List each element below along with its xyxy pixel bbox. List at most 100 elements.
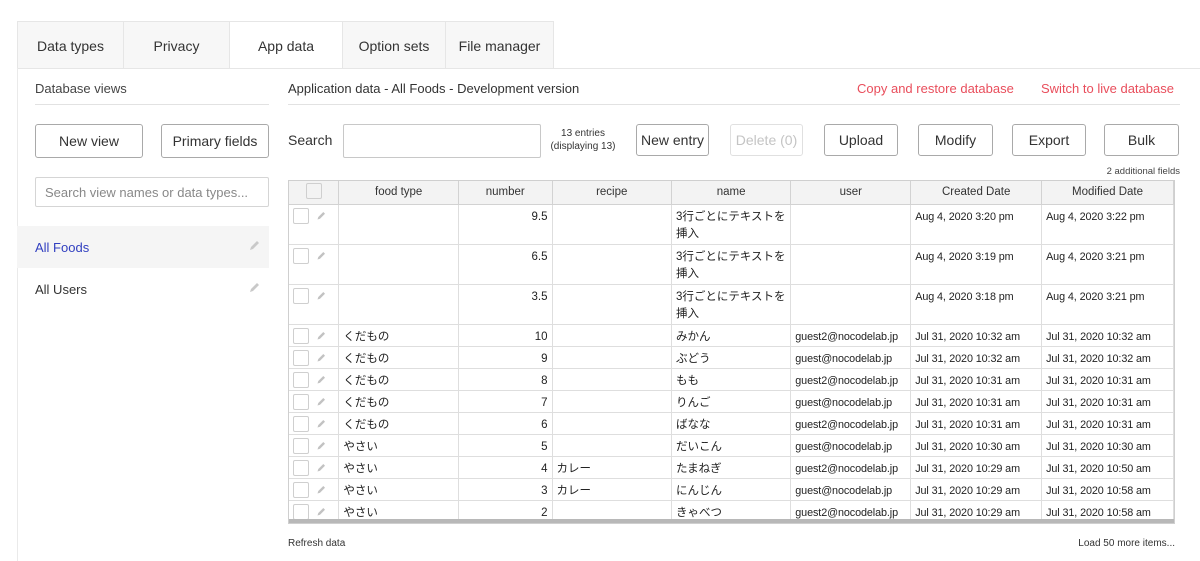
column-header-created-date[interactable]: Created Date xyxy=(910,181,1043,205)
cell-user[interactable]: guest@nocodelab.jp xyxy=(790,390,912,413)
cell-food-type[interactable]: やさい xyxy=(338,434,459,457)
cell-recipe[interactable] xyxy=(552,412,672,435)
cell-created-date[interactable]: Jul 31, 2020 10:31 am xyxy=(910,412,1043,435)
pencil-icon[interactable] xyxy=(316,506,327,517)
cell-food-type[interactable]: くだもの xyxy=(338,346,459,369)
pencil-icon[interactable] xyxy=(316,440,327,451)
cell-food-type[interactable] xyxy=(338,284,459,325)
pencil-icon[interactable] xyxy=(248,239,261,252)
cell-user[interactable]: guest2@nocodelab.jp xyxy=(790,368,912,391)
cell-user[interactable]: guest@nocodelab.jp xyxy=(790,434,912,457)
cell-modified-date[interactable]: Jul 31, 2020 10:32 am xyxy=(1041,324,1174,347)
cell-number[interactable]: 3.5 xyxy=(458,284,553,325)
cell-modified-date[interactable]: Jul 31, 2020 10:31 am xyxy=(1041,390,1174,413)
view-item-all-users[interactable]: All Users xyxy=(17,268,269,310)
tab-file-manager[interactable]: File manager xyxy=(446,21,554,69)
cell-number[interactable]: 8 xyxy=(458,368,553,391)
pencil-icon[interactable] xyxy=(316,210,327,221)
new-view-button[interactable]: New view xyxy=(35,124,143,158)
cell-created-date[interactable]: Jul 31, 2020 10:29 am xyxy=(910,456,1043,479)
column-header-recipe[interactable]: recipe xyxy=(552,181,672,205)
pencil-icon[interactable] xyxy=(316,352,327,363)
row-checkbox[interactable] xyxy=(293,459,309,476)
row-checkbox[interactable] xyxy=(293,503,309,520)
row-checkbox[interactable] xyxy=(293,287,309,304)
additional-fields-note[interactable]: 2 additional fields xyxy=(1107,166,1180,177)
cell-user[interactable]: guest2@nocodelab.jp xyxy=(790,412,912,435)
cell-name[interactable]: だいこん xyxy=(671,434,792,457)
row-checkbox[interactable] xyxy=(293,349,309,366)
cell-food-type[interactable]: くだもの xyxy=(338,412,459,435)
upload-button[interactable]: Upload xyxy=(824,124,898,156)
new-entry-button[interactable]: New entry xyxy=(636,124,709,156)
tab-privacy[interactable]: Privacy xyxy=(124,21,230,69)
cell-created-date[interactable]: Aug 4, 2020 3:20 pm xyxy=(910,204,1043,245)
row-checkbox[interactable] xyxy=(293,327,309,344)
cell-food-type[interactable] xyxy=(338,244,459,285)
modify-button[interactable]: Modify xyxy=(918,124,993,156)
pencil-icon[interactable] xyxy=(316,484,327,495)
cell-food-type[interactable] xyxy=(338,204,459,245)
pencil-icon[interactable] xyxy=(316,418,327,429)
cell-created-date[interactable]: Jul 31, 2020 10:29 am xyxy=(910,478,1043,501)
cell-created-date[interactable]: Aug 4, 2020 3:19 pm xyxy=(910,244,1043,285)
table-row[interactable]: くだもの 10 みかん guest2@nocodelab.jp Jul 31, 2020… xyxy=(289,324,1174,347)
cell-number[interactable]: 9 xyxy=(458,346,553,369)
cell-created-date[interactable]: Jul 31, 2020 10:31 am xyxy=(910,368,1043,391)
cell-modified-date[interactable]: Jul 31, 2020 10:32 am xyxy=(1041,346,1174,369)
cell-recipe[interactable] xyxy=(552,204,672,245)
table-row[interactable]: 9.5 3行ごとにテキストを挿入 Aug 4, 2020 3:20 pm Aug 4,… xyxy=(289,204,1174,245)
column-header-name[interactable]: name xyxy=(671,181,792,205)
column-header-modified-date[interactable]: Modified Date xyxy=(1041,181,1174,205)
cell-name[interactable]: にんじん xyxy=(671,478,792,501)
pencil-icon[interactable] xyxy=(316,462,327,473)
cell-number[interactable]: 5 xyxy=(458,434,553,457)
cell-modified-date[interactable]: Jul 31, 2020 10:58 am xyxy=(1041,478,1174,501)
pencil-icon[interactable] xyxy=(316,290,327,301)
cell-user[interactable] xyxy=(790,284,912,325)
cell-user[interactable] xyxy=(790,204,912,245)
data-search-input[interactable] xyxy=(343,124,541,158)
bulk-button[interactable]: Bulk xyxy=(1104,124,1179,156)
row-checkbox[interactable] xyxy=(293,207,309,224)
cell-created-date[interactable]: Aug 4, 2020 3:18 pm xyxy=(910,284,1043,325)
cell-recipe[interactable]: カレー xyxy=(552,478,672,501)
cell-number[interactable]: 6 xyxy=(458,412,553,435)
refresh-data-link[interactable]: Refresh data xyxy=(288,538,345,549)
row-checkbox[interactable] xyxy=(293,415,309,432)
row-checkbox[interactable] xyxy=(293,393,309,410)
cell-food-type[interactable]: くだもの xyxy=(338,390,459,413)
cell-name[interactable]: 3行ごとにテキストを挿入 xyxy=(671,284,792,325)
view-search-input[interactable] xyxy=(35,177,269,207)
table-row[interactable]: やさい 5 だいこん guest@nocodelab.jp Jul 31, 2020 1… xyxy=(289,434,1174,457)
select-all-cell[interactable] xyxy=(289,181,340,205)
cell-created-date[interactable]: Jul 31, 2020 10:32 am xyxy=(910,324,1043,347)
cell-name[interactable]: ばなな xyxy=(671,412,792,435)
cell-user[interactable]: guest@nocodelab.jp xyxy=(790,346,912,369)
cell-recipe[interactable] xyxy=(552,244,672,285)
table-row[interactable]: やさい 3 カレー にんじん guest@nocodelab.jp Jul 31, 202… xyxy=(289,478,1174,501)
cell-food-type[interactable]: くだもの xyxy=(338,324,459,347)
pencil-icon[interactable] xyxy=(316,330,327,341)
column-header-number[interactable]: number xyxy=(458,181,553,205)
cell-number[interactable]: 4 xyxy=(458,456,553,479)
table-row[interactable]: くだもの 9 ぶどう guest@nocodelab.jp Jul 31, 2020 1… xyxy=(289,346,1174,369)
cell-modified-date[interactable]: Aug 4, 2020 3:21 pm xyxy=(1041,244,1174,285)
cell-modified-date[interactable]: Jul 31, 2020 10:31 am xyxy=(1041,412,1174,435)
horizontal-scrollbar[interactable] xyxy=(289,519,1174,523)
cell-number[interactable]: 10 xyxy=(458,324,553,347)
cell-number[interactable]: 7 xyxy=(458,390,553,413)
cell-recipe[interactable] xyxy=(552,434,672,457)
tab-app-data[interactable]: App data xyxy=(230,21,343,69)
column-header-food-type[interactable]: food type xyxy=(338,181,459,205)
cell-recipe[interactable] xyxy=(552,390,672,413)
cell-user[interactable] xyxy=(790,244,912,285)
row-checkbox[interactable] xyxy=(293,371,309,388)
table-row[interactable]: 3.5 3行ごとにテキストを挿入 Aug 4, 2020 3:18 pm Aug 4,… xyxy=(289,284,1174,325)
pencil-icon[interactable] xyxy=(316,250,327,261)
table-row[interactable]: くだもの 7 りんご guest@nocodelab.jp Jul 31, 2020 1… xyxy=(289,390,1174,413)
cell-modified-date[interactable]: Aug 4, 2020 3:22 pm xyxy=(1041,204,1174,245)
table-row[interactable]: やさい 4 カレー たまねぎ guest2@nocodelab.jp Jul 31, 20… xyxy=(289,456,1174,479)
switch-live-link[interactable]: Switch to live database xyxy=(1041,81,1174,96)
cell-number[interactable]: 6.5 xyxy=(458,244,553,285)
